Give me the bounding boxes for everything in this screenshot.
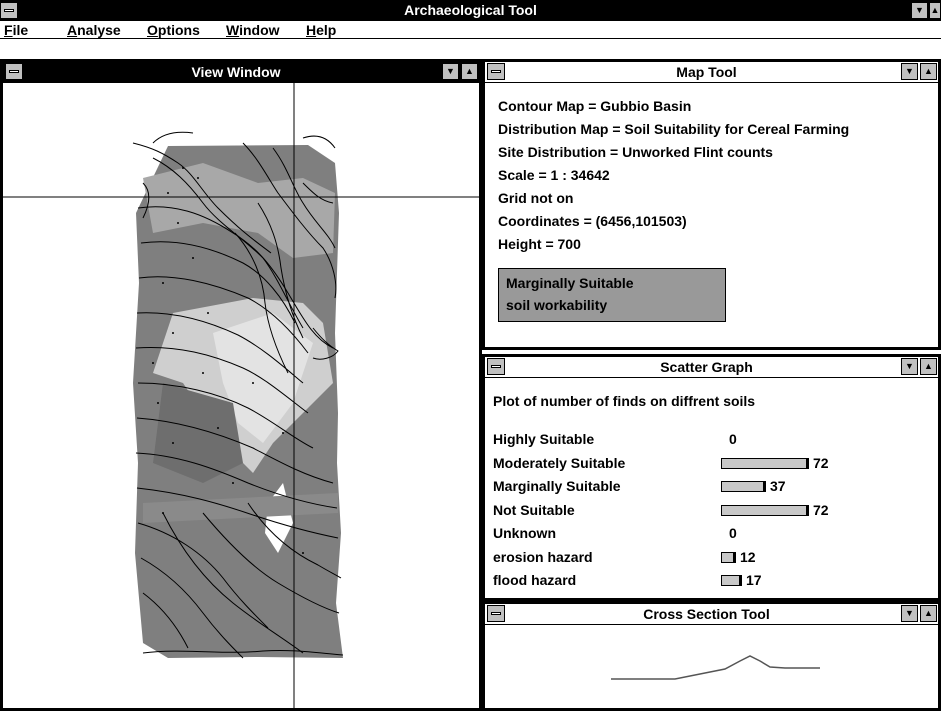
scatter-graph-title: Scatter Graph [660,359,753,375]
contour-map[interactable] [3,83,479,708]
cross-section-window: Cross Section Tool ▼ ▲ [482,601,941,711]
scatter-row-label: erosion hazard [493,548,593,565]
scatter-row-label: Moderately Suitable [493,454,626,471]
map-tool-body: Contour Map = Gubbio Basin Distribution … [485,83,938,347]
scatter-row-label: Highly Suitable [493,431,595,447]
app-minimize-button[interactable]: ▼ [911,2,928,19]
menu-options[interactable]: Options [147,22,200,38]
view-window-maximize-button[interactable]: ▲ [461,63,478,80]
app-maximize-button[interactable]: ▲ [929,2,941,19]
scatter-row-value: 72 [813,501,829,518]
scatter-graph-system-menu-icon[interactable] [487,358,505,375]
cross-section-minimize-button[interactable]: ▼ [901,605,918,622]
map-tool-caption[interactable]: Map Tool ▼ ▲ [485,62,938,83]
cross-section-profile [611,655,820,680]
scatter-bar [721,551,736,563]
scatter-bar [721,481,766,492]
scatter-row-value: 17 [746,572,762,588]
menu-bar: File Analyse Options Window Help [0,21,941,39]
scatter-graph-caption[interactable]: Scatter Graph ▼ ▲ [485,357,938,378]
menu-window[interactable]: Window [226,22,280,38]
soil-legend-attribute: soil workability [506,297,608,313]
view-window-system-menu-icon[interactable] [5,63,23,80]
cross-section-title: Cross Section Tool [643,606,770,622]
cross-section-maximize-button[interactable]: ▲ [920,605,937,622]
view-window-canvas[interactable] [3,83,479,708]
scatter-bar [721,575,742,586]
view-window-caption[interactable]: View Window ▼ ▲ [3,62,479,83]
scatter-row-label: Unknown [493,525,556,541]
map-tool-window: Map Tool ▼ ▲ Contour Map = Gubbio Basin … [482,59,941,350]
view-window-minimize-button[interactable]: ▼ [442,63,459,80]
scatter-bar [721,457,809,469]
map-tool-system-menu-icon[interactable] [487,63,505,80]
scatter-row-value: 37 [770,478,786,494]
scatter-row-label: Marginally Suitable [493,478,621,494]
soil-legend-class: Marginally Suitable [506,275,634,291]
map-info-grid: Grid not on [498,190,574,206]
map-info-site-distribution: Site Distribution = Unworked Flint count… [498,144,773,160]
menu-help[interactable]: Help [306,22,336,38]
cross-section-system-menu-icon[interactable] [487,605,505,622]
cross-section-body [485,625,938,708]
map-tool-maximize-button[interactable]: ▲ [920,63,937,80]
map-info-coordinates: Coordinates = (6456,101503) [498,213,687,229]
scatter-row-value: 72 [813,454,829,471]
view-window: View Window ▼ ▲ [0,59,482,711]
menu-file[interactable]: File [4,22,28,38]
scatter-row-label: Not Suitable [493,501,575,518]
scatter-graph-minimize-button[interactable]: ▼ [901,358,918,375]
map-info-height: Height = 700 [498,236,581,252]
scatter-graph-window: Scatter Graph ▼ ▲ Plot of number of find… [482,354,941,601]
map-info-contour: Contour Map = Gubbio Basin [498,98,692,114]
scatter-bar [721,504,809,516]
view-window-title: View Window [191,64,281,80]
menu-analyse[interactable]: Analyse [67,22,121,38]
map-tool-title: Map Tool [676,64,737,80]
app-title: Archaeological Tool [404,2,537,18]
map-tool-minimize-button[interactable]: ▼ [901,63,918,80]
scatter-row-value: 0 [729,525,737,541]
scatter-row-value: 0 [729,431,737,447]
scatter-row-label: flood hazard [493,572,577,588]
app-title-bar: Archaeological Tool ▼ ▲ [0,0,941,21]
soil-legend-box: Marginally Suitable soil workability [498,268,726,322]
scatter-row-label: excessive conditions [493,596,634,599]
scatter-heading: Plot of number of finds on diffrent soil… [493,393,756,409]
scatter-graph-maximize-button[interactable]: ▲ [920,358,937,375]
scatter-row-value: 0 [729,596,737,599]
cross-section-caption[interactable]: Cross Section Tool ▼ ▲ [485,604,938,625]
map-info-distribution: Distribution Map = Soil Suitability for … [498,121,850,137]
map-info-scale: Scale = 1 : 34642 [498,167,610,183]
scatter-row-value: 12 [740,548,756,565]
scatter-graph-body: Plot of number of finds on diffrent soil… [485,378,938,598]
